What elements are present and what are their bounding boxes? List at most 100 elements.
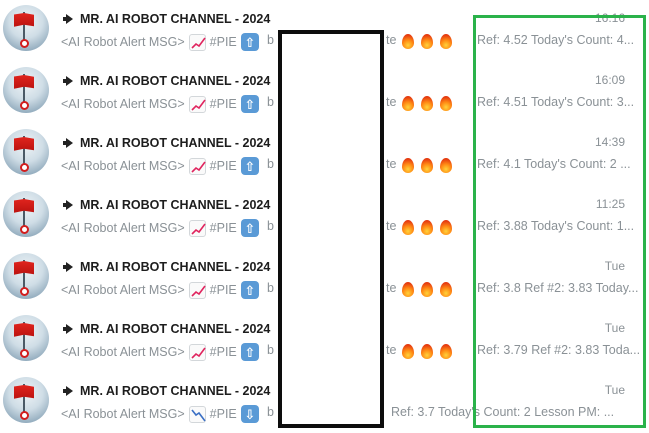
- chart-increasing-icon: [188, 95, 206, 113]
- megaphone-icon: [63, 138, 75, 148]
- chat-title: MR. AI ROBOT CHANNEL - 2024: [63, 382, 270, 400]
- up-arrow-icon: ⇧: [240, 343, 259, 361]
- up-arrow-icon: ⇧: [240, 157, 259, 175]
- fire-icon: [418, 342, 436, 360]
- channel-avatar: [3, 191, 49, 237]
- fire-emoji-group: [399, 342, 455, 362]
- fire-icon: [437, 342, 455, 360]
- fire-icon: [437, 218, 455, 236]
- fire-emoji-group: [399, 32, 455, 52]
- chat-title: MR. AI ROBOT CHANNEL - 2024: [63, 196, 270, 214]
- fire-emoji-group: [399, 94, 455, 114]
- message-preview: <AI Robot Alert MSG> #PIE ⇧: [61, 94, 259, 114]
- fire-icon: [399, 280, 417, 298]
- chat-title: MR. AI ROBOT CHANNEL - 2024: [63, 72, 270, 90]
- preview-prefix: <AI Robot Alert MSG>: [61, 97, 185, 111]
- chat-title: MR. AI ROBOT CHANNEL - 2024: [63, 10, 270, 28]
- megaphone-icon: [63, 386, 75, 396]
- ticker-tag: #PIE: [209, 97, 237, 111]
- up-arrow-icon: ⇧: [240, 95, 259, 113]
- preview-fragment: b: [267, 219, 274, 233]
- preview-prefix: <AI Robot Alert MSG>: [61, 345, 185, 359]
- megaphone-icon: [63, 14, 75, 24]
- chart-increasing-icon: [188, 343, 206, 361]
- fire-icon: [437, 94, 455, 112]
- fire-icon: [437, 280, 455, 298]
- up-arrow-icon: ⇧: [240, 281, 259, 299]
- channel-avatar: [3, 377, 49, 423]
- fire-icon: [399, 156, 417, 174]
- redaction-box: [278, 30, 384, 428]
- chart-increasing-icon: [188, 219, 206, 237]
- preview-fragment: b: [267, 157, 274, 171]
- ticker-tag: #PIE: [209, 221, 237, 235]
- fire-icon: [399, 342, 417, 360]
- chat-title: MR. AI ROBOT CHANNEL - 2024: [63, 258, 270, 276]
- chat-title-text: MR. AI ROBOT CHANNEL - 2024: [80, 136, 271, 150]
- up-arrow-icon: ⇧: [240, 219, 259, 237]
- preview-fragment: te: [386, 281, 397, 295]
- ticker-tag: #PIE: [209, 159, 237, 173]
- preview-fragment: te: [386, 95, 397, 109]
- chat-title-text: MR. AI ROBOT CHANNEL - 2024: [80, 322, 271, 336]
- fire-icon: [418, 280, 436, 298]
- ticker-tag: #PIE: [209, 345, 237, 359]
- fire-icon: [399, 32, 417, 50]
- fire-icon: [399, 218, 417, 236]
- fire-icon: [418, 94, 436, 112]
- preview-prefix: <AI Robot Alert MSG>: [61, 159, 185, 173]
- ticker-tag: #PIE: [209, 35, 237, 49]
- preview-fragment: b: [267, 95, 274, 109]
- preview-fragment: te: [386, 157, 397, 171]
- message-preview: <AI Robot Alert MSG> #PIE ⇧: [61, 32, 259, 52]
- message-preview: <AI Robot Alert MSG> #PIE ⇧: [61, 280, 259, 300]
- preview-fragment: te: [386, 343, 397, 357]
- fire-icon: [418, 156, 436, 174]
- preview-prefix: <AI Robot Alert MSG>: [61, 35, 185, 49]
- preview-prefix: <AI Robot Alert MSG>: [61, 221, 185, 235]
- megaphone-icon: [63, 324, 75, 334]
- fire-icon: [437, 32, 455, 50]
- chat-title-text: MR. AI ROBOT CHANNEL - 2024: [80, 74, 271, 88]
- megaphone-icon: [63, 262, 75, 272]
- channel-avatar: [3, 253, 49, 299]
- channel-avatar: [3, 5, 49, 51]
- megaphone-icon: [63, 200, 75, 210]
- message-preview: <AI Robot Alert MSG> #PIE ⇧: [61, 218, 259, 238]
- down-arrow-icon: ⇩: [240, 405, 259, 423]
- fire-emoji-group: [399, 156, 455, 176]
- fire-emoji-group: [399, 218, 455, 238]
- fire-icon: [437, 156, 455, 174]
- channel-avatar: [3, 315, 49, 361]
- chart-increasing-icon: [188, 281, 206, 299]
- chat-title-text: MR. AI ROBOT CHANNEL - 2024: [80, 12, 271, 26]
- ticker-tag: #PIE: [209, 407, 237, 421]
- highlight-box: [473, 15, 646, 428]
- message-preview: <AI Robot Alert MSG> #PIE ⇩: [61, 404, 259, 424]
- fire-icon: [399, 94, 417, 112]
- message-preview: <AI Robot Alert MSG> #PIE ⇧: [61, 342, 259, 362]
- ticker-tag: #PIE: [209, 283, 237, 297]
- preview-prefix: <AI Robot Alert MSG>: [61, 407, 185, 421]
- preview-fragment: te: [386, 33, 397, 47]
- preview-fragment: b: [267, 33, 274, 47]
- chart-increasing-icon: [188, 157, 206, 175]
- preview-fragment: b: [267, 405, 274, 419]
- chat-title: MR. AI ROBOT CHANNEL - 2024: [63, 134, 270, 152]
- preview-fragment: b: [267, 343, 274, 357]
- message-preview: <AI Robot Alert MSG> #PIE ⇧: [61, 156, 259, 176]
- chat-title: MR. AI ROBOT CHANNEL - 2024: [63, 320, 270, 338]
- preview-fragment: b: [267, 281, 274, 295]
- fire-icon: [418, 218, 436, 236]
- up-arrow-icon: ⇧: [240, 33, 259, 51]
- preview-fragment: te: [386, 219, 397, 233]
- channel-avatar: [3, 129, 49, 175]
- chat-title-text: MR. AI ROBOT CHANNEL - 2024: [80, 260, 271, 274]
- chart-increasing-icon: [188, 33, 206, 51]
- fire-icon: [418, 32, 436, 50]
- chat-title-text: MR. AI ROBOT CHANNEL - 2024: [80, 384, 271, 398]
- megaphone-icon: [63, 76, 75, 86]
- preview-prefix: <AI Robot Alert MSG>: [61, 283, 185, 297]
- channel-avatar: [3, 67, 49, 113]
- fire-emoji-group: [399, 280, 455, 300]
